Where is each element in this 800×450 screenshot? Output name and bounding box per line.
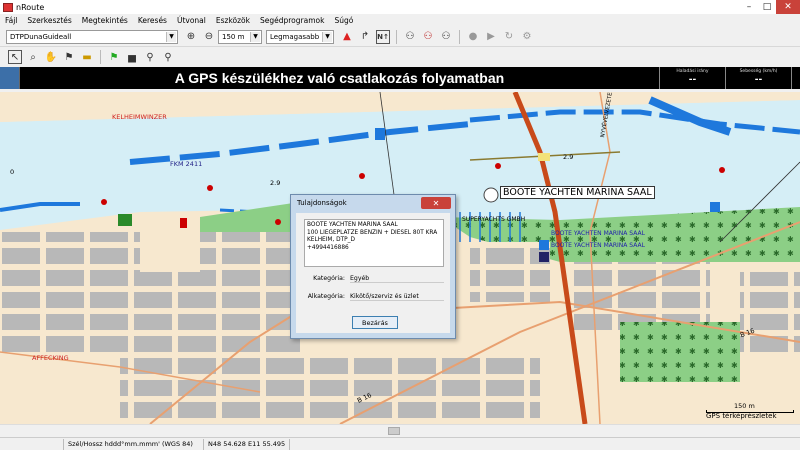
coord-format: Szél/Hossz hddd°mm.mmm' (WGS 84)	[64, 438, 204, 450]
north-up-icon[interactable]: N↑	[376, 29, 390, 44]
menu-view[interactable]: Megtekintés	[77, 16, 133, 25]
title-bar: nRoute – □ ✕	[0, 0, 800, 14]
record-icon[interactable]: ●	[466, 30, 480, 44]
map-select[interactable]: DTPDunaGuideall ▼	[6, 29, 178, 44]
north-arrow-icon[interactable]: ▲	[340, 30, 354, 44]
description-field[interactable]: BOOTE YACHTEN MARINA SAAL 100 LIEGEPLATZ…	[304, 219, 444, 267]
menu-route[interactable]: Útvonal	[172, 16, 211, 25]
subcategory-row: Alkategória: Kikötő/szerviz és üzlet	[304, 293, 444, 301]
route-flag-icon[interactable]: ⚑	[107, 50, 121, 64]
play-icon[interactable]: ▶	[484, 30, 498, 44]
label-affecking: AFFECKING	[32, 354, 69, 362]
speed-label: Sebesség (km/h)	[739, 69, 778, 74]
pedestrian-icon[interactable]: ⚲	[161, 50, 175, 64]
zoom-select-value: 150 m	[222, 32, 245, 41]
chevron-down-icon: ▼	[322, 31, 332, 42]
label-boote-2: BOOTE YACHTEN MARINA SAAL	[551, 242, 645, 249]
status-bar: Szél/Hossz hddd°mm.mmm' (WGS 84) N48 54.…	[0, 437, 800, 450]
label-depth-29b: 2.9	[563, 153, 574, 161]
heading-value: --	[688, 75, 697, 85]
car-icon[interactable]: ▅	[125, 50, 139, 64]
category-value: Egyéb	[350, 275, 444, 283]
zoom-in-icon[interactable]: ⊕	[184, 30, 198, 44]
category-label: Kategória:	[313, 275, 345, 282]
turn-icon[interactable]: ↱	[358, 30, 372, 44]
coordinates: N48 54.628 E11 55.495	[204, 438, 291, 450]
close-dialog-button[interactable]: Bezárás	[352, 316, 398, 329]
zoom-select[interactable]: 150 m ▼	[218, 29, 262, 44]
zoom-tool-icon[interactable]: ⌕	[26, 50, 40, 64]
chevron-down-icon: ▼	[250, 31, 260, 42]
label-boote-big[interactable]: BOOTE YACHTEN MARINA SAAL	[500, 186, 655, 199]
label-boote-1: BOOTE YACHTEN MARINA SAAL	[551, 230, 645, 237]
find-route-icon[interactable]: ⚇	[439, 30, 453, 44]
horizontal-scrollbar[interactable]	[0, 424, 800, 436]
find-poi-icon[interactable]: ⚇	[421, 30, 435, 44]
label-scale: 150 m	[734, 402, 755, 410]
map-select-value: DTPDunaGuideall	[10, 32, 72, 41]
label-depth-29: 2.9	[270, 179, 281, 187]
properties-dialog: Tulajdonságok ✕ BOOTE YACHTEN MARINA SAA…	[290, 194, 456, 339]
measure-ruler-icon[interactable]: ▬	[80, 50, 94, 64]
zoom-out-icon[interactable]: ⊖	[202, 30, 216, 44]
menu-utilities[interactable]: Segédprogramok	[255, 16, 329, 25]
speed-indicator: Sebesség (km/h) --	[726, 67, 792, 89]
pan-hand-icon[interactable]: ✋	[44, 50, 58, 64]
dialog-close-icon[interactable]: ✕	[421, 197, 451, 209]
menu-bar: Fájl Szerkesztés Megtekintés Keresés Útv…	[0, 14, 800, 26]
select-pointer-icon[interactable]: ↖	[8, 50, 22, 64]
gps-info-bar: A GPS készülékhez való csatlakozás folya…	[0, 67, 800, 89]
menu-help[interactable]: Súgó	[329, 16, 358, 25]
gps-logo-icon	[0, 67, 20, 89]
minimize-button[interactable]: –	[740, 0, 758, 14]
settings-icon[interactable]: ⚙	[520, 30, 534, 44]
gps-status-text: A GPS készülékhez való csatlakozás folya…	[20, 67, 660, 89]
bicycle-icon[interactable]: ⚲	[143, 50, 157, 64]
menu-search[interactable]: Keresés	[133, 16, 172, 25]
waypoint-flag-icon[interactable]: ⚑	[62, 50, 76, 64]
detail-select[interactable]: Legmagasabb ▼	[266, 29, 334, 44]
menu-file[interactable]: Fájl	[0, 16, 22, 25]
menu-edit[interactable]: Szerkesztés	[22, 16, 76, 25]
maximize-button[interactable]: □	[758, 0, 776, 14]
toolbar-separator	[396, 29, 397, 44]
scrollbar-thumb[interactable]	[388, 427, 400, 435]
app-icon	[3, 2, 13, 12]
window-close-button[interactable]: ✕	[776, 0, 800, 14]
label-fkm: FKM 2411	[170, 160, 203, 168]
label-gps-credit: GPS térképrészletek	[706, 412, 777, 420]
heading-indicator: Haladási irány --	[660, 67, 726, 89]
toolbar-separator	[100, 50, 101, 64]
detail-select-value: Legmagasabb	[270, 32, 320, 41]
window-title: nRoute	[16, 2, 45, 12]
subcategory-label: Alkategória:	[307, 293, 345, 300]
label-superyachts: SUPERYACHTS GMBH	[462, 216, 526, 223]
subcategory-value: Kikötő/szerviz és üzlet	[350, 293, 444, 301]
status-cell-empty	[0, 438, 64, 450]
menu-tools[interactable]: Eszközök	[211, 16, 255, 25]
category-row: Kategória: Egyéb	[304, 275, 444, 283]
tools-toolbar: ↖ ⌕ ✋ ⚑ ▬ ⚑ ▅ ⚲ ⚲	[0, 48, 800, 66]
refresh-icon[interactable]: ↻	[502, 30, 516, 44]
label-kelheimwinzer: KELHEIMWINZER	[112, 113, 167, 121]
label-depth-0: 0	[10, 168, 15, 176]
chevron-down-icon: ▼	[166, 31, 176, 42]
heading-label: Haladási irány	[676, 69, 709, 74]
toolbar-separator	[459, 29, 460, 44]
dialog-body: BOOTE YACHTEN MARINA SAAL 100 LIEGEPLATZ…	[296, 213, 450, 333]
main-toolbar: DTPDunaGuideall ▼ ⊕ ⊖ 150 m ▼ Legmagasab…	[0, 27, 800, 47]
binoculars-icon[interactable]: ⚇	[403, 30, 417, 44]
speed-value: --	[754, 75, 763, 85]
